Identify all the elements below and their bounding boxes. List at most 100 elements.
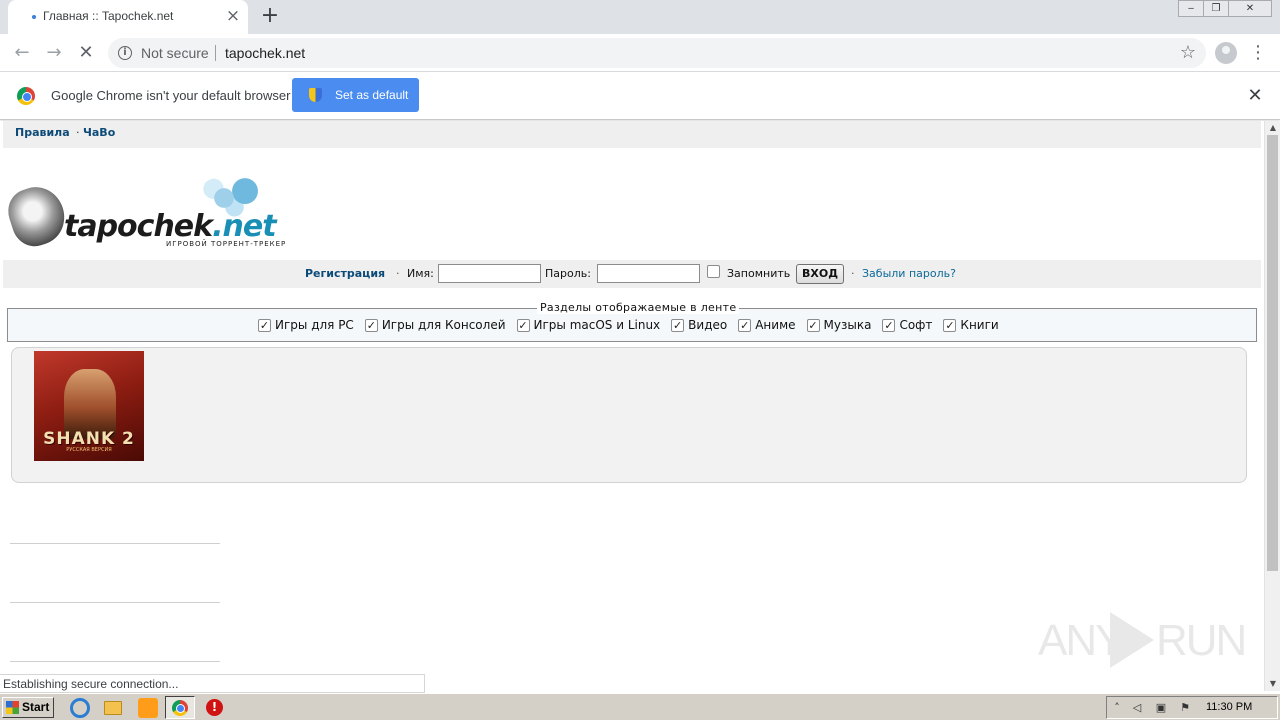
bookmark-star-icon[interactable]: ☆ xyxy=(1180,42,1196,63)
feed-section-item[interactable]: ✓ Видео xyxy=(671,318,727,332)
nav-separator: · xyxy=(76,126,80,139)
feed-section-item[interactable]: ✓ Игры для Консолей xyxy=(364,318,506,332)
url-text[interactable]: tapochek.net xyxy=(225,45,305,61)
username-label: Имя: xyxy=(407,267,434,280)
tab-active[interactable]: Главная :: Tapochek.net × xyxy=(8,0,248,34)
set-as-default-button[interactable]: Set as default xyxy=(292,78,419,112)
login-separator: · xyxy=(851,267,855,280)
password-label: Пароль: xyxy=(545,267,591,280)
antivirus-stop-icon[interactable]: ! xyxy=(206,699,223,716)
restore-button[interactable]: ❐ xyxy=(1203,0,1229,17)
set-as-default-label: Set as default xyxy=(335,88,409,102)
new-tab-button[interactable]: + xyxy=(258,4,282,28)
nav-link-rules[interactable]: Правила xyxy=(15,126,70,139)
stop-loading-button[interactable]: ✕ xyxy=(73,40,99,66)
password-input[interactable] xyxy=(597,264,700,283)
scroll-up-arrow-icon[interactable]: ▲ xyxy=(1265,121,1280,135)
logo-tagline: ИГРОВОЙ ТОРРЕНТ-ТРЕКЕР xyxy=(166,240,287,248)
register-link[interactable]: Регистрация xyxy=(305,267,385,280)
media-player-icon[interactable] xyxy=(138,698,158,718)
taskbar-clock[interactable]: 11:30 PM xyxy=(1206,701,1252,713)
tray-expand-icon[interactable]: ˄ xyxy=(1110,701,1124,715)
scroll-thumb[interactable] xyxy=(1267,135,1278,571)
feed-section-label: Игры для PC xyxy=(275,318,354,332)
feed-section-checkbox[interactable]: ✓ xyxy=(882,318,896,332)
file-explorer-icon[interactable] xyxy=(104,701,122,715)
uac-shield-icon xyxy=(309,88,322,102)
remember-checkbox[interactable] xyxy=(707,265,720,278)
window-close-button[interactable]: ✕ xyxy=(1228,0,1272,17)
feed-section-item[interactable]: ✓ Игры для PC xyxy=(258,318,354,332)
feed-section-item[interactable]: ✓ Музыка xyxy=(806,318,872,332)
feed-section-item[interactable]: ✓ Аниме xyxy=(738,318,796,332)
sidebar-divider xyxy=(10,661,220,662)
feed-section-label: Музыка xyxy=(823,318,872,332)
cover-subtitle: РУССКАЯ ВЕРСИЯ xyxy=(66,447,112,453)
infobar-close-icon[interactable]: ✕ xyxy=(1245,86,1265,106)
address-bar[interactable]: i Not secure tapochek.net ☆ xyxy=(108,38,1206,68)
feed-section-label: Видео xyxy=(688,318,728,332)
windows-flag-icon xyxy=(6,701,19,714)
volume-icon[interactable]: ◁ xyxy=(1130,701,1144,715)
sidebar-divider xyxy=(10,543,220,544)
window-controls: ‒ ❐ ✕ xyxy=(1178,0,1272,18)
logo-name: tapochek xyxy=(64,209,213,244)
feed-section-checkbox[interactable]: ✓ xyxy=(738,318,752,332)
status-bubble: Establishing secure connection... xyxy=(0,674,425,693)
logo-wordmark: tapochek.net xyxy=(64,209,277,244)
feed-section-checkbox[interactable]: ✓ xyxy=(806,318,820,332)
page-scrollbar[interactable]: ▲ ▼ xyxy=(1264,121,1280,691)
anyrun-watermark: ANY RUN xyxy=(1038,612,1247,672)
minimize-button[interactable]: ‒ xyxy=(1178,0,1204,17)
feed-section-item[interactable]: ✓ Книги xyxy=(943,318,999,332)
security-label: Not secure xyxy=(141,45,209,61)
feed-section-label: Софт xyxy=(899,318,933,332)
status-text: Establishing secure connection... xyxy=(3,677,179,691)
nav-link-faq[interactable]: ЧаВо xyxy=(83,126,115,139)
sidebar-divider xyxy=(10,602,220,603)
feed-section-label: Игры macOS и Linux xyxy=(533,318,661,332)
release-cover-image[interactable]: SHANK 2 РУССКАЯ ВЕРСИЯ xyxy=(34,351,144,461)
omnibox-divider xyxy=(215,45,216,61)
feed-section-label: Игры для Консолей xyxy=(381,318,506,332)
taskbar-chrome-button[interactable] xyxy=(165,696,195,719)
site-logo[interactable]: tapochek.net ИГРОВОЙ ТОРРЕНТ-ТРЕКЕР xyxy=(2,173,308,253)
action-center-flag-icon[interactable]: ⚑ xyxy=(1178,701,1192,715)
start-button[interactable]: Start xyxy=(2,697,54,718)
back-button[interactable]: ← xyxy=(9,40,35,66)
forgot-password-link[interactable]: Забыли пароль? xyxy=(862,267,956,280)
login-button[interactable]: ВХОД xyxy=(796,264,844,284)
feed-sections-fieldset: Разделы отображаемые в ленте ✓ Игры для P… xyxy=(7,301,1257,342)
web-page: Правила · ЧаВо tapochek.net ИГРОВОЙ ТОРР… xyxy=(0,121,1264,691)
tab-strip: Главная :: Tapochek.net × + ‒ ❐ ✕ xyxy=(0,0,1280,34)
remember-label: Запомнить xyxy=(727,267,791,280)
logo-tld: .net xyxy=(212,209,276,244)
login-separator: · xyxy=(396,267,400,280)
releases-panel: SHANK 2 РУССКАЯ ВЕРСИЯ xyxy=(11,347,1247,483)
username-input[interactable] xyxy=(438,264,541,283)
feed-section-checkbox[interactable]: ✓ xyxy=(364,318,378,332)
tab-close-icon[interactable]: × xyxy=(224,7,242,25)
forward-button[interactable]: → xyxy=(41,40,67,66)
watermark-right-text: RUN xyxy=(1156,616,1247,665)
profile-avatar-icon[interactable] xyxy=(1215,42,1237,64)
feed-section-item[interactable]: ✓ Игры macOS и Linux xyxy=(516,318,661,332)
feed-section-label: Аниме xyxy=(755,318,796,332)
internet-explorer-icon[interactable] xyxy=(70,698,90,718)
feed-section-item[interactable]: ✓ Софт xyxy=(882,318,932,332)
feed-section-checkbox[interactable]: ✓ xyxy=(671,318,685,332)
tab-favicon-icon xyxy=(32,15,36,19)
logo-plug-icon xyxy=(2,180,72,252)
scroll-down-arrow-icon[interactable]: ▼ xyxy=(1265,677,1280,691)
network-icon[interactable]: ▣ xyxy=(1154,701,1168,715)
chrome-logo-icon xyxy=(17,87,35,105)
windows-taskbar: Start ! ˄ ◁ ▣ ⚑ 11:30 PM xyxy=(0,693,1280,720)
feed-section-checkbox[interactable]: ✓ xyxy=(943,318,957,332)
feed-section-checkbox[interactable]: ✓ xyxy=(258,318,271,332)
feed-section-checkbox[interactable]: ✓ xyxy=(516,318,530,332)
system-tray: ˄ ◁ ▣ ⚑ 11:30 PM xyxy=(1106,696,1278,719)
chrome-menu-icon[interactable]: ⋮ xyxy=(1248,40,1268,66)
cover-title: SHANK 2 xyxy=(43,429,135,449)
info-icon[interactable]: i xyxy=(118,46,132,60)
watermark-play-icon xyxy=(1110,612,1154,668)
